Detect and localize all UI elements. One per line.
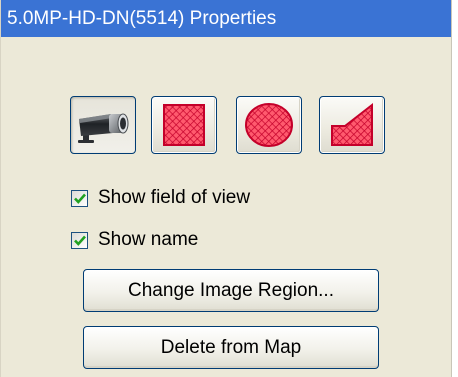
rectangle-region-icon bbox=[162, 103, 206, 147]
checkmark-icon bbox=[73, 193, 86, 204]
rectangle-region-tool-button[interactable] bbox=[151, 96, 217, 154]
checkmark-icon bbox=[73, 235, 86, 246]
show-name-option[interactable]: Show name bbox=[71, 229, 199, 250]
show-field-of-view-checkbox[interactable] bbox=[71, 189, 88, 207]
panel-title: 5.0MP-HD-DN(5514) Properties bbox=[1, 0, 452, 37]
change-image-region-button[interactable]: Change Image Region... bbox=[83, 269, 379, 312]
ellipse-region-icon bbox=[244, 102, 294, 148]
polygon-region-tool-button[interactable] bbox=[319, 96, 385, 154]
show-field-of-view-label: Show field of view bbox=[98, 187, 251, 208]
delete-from-map-button[interactable]: Delete from Map bbox=[83, 326, 379, 369]
panel-edge bbox=[451, 0, 458, 377]
show-name-label: Show name bbox=[98, 229, 199, 250]
properties-panel: 5.0MP-HD-DN(5514) Properties Show field … bbox=[0, 0, 452, 377]
show-field-of-view-option[interactable]: Show field of view bbox=[71, 187, 251, 208]
show-name-checkbox[interactable] bbox=[71, 231, 88, 249]
ellipse-region-tool-button[interactable] bbox=[236, 96, 302, 154]
polygon-region-icon bbox=[329, 102, 375, 148]
camera-tool-button[interactable] bbox=[70, 96, 136, 154]
camera-icon bbox=[75, 105, 131, 145]
